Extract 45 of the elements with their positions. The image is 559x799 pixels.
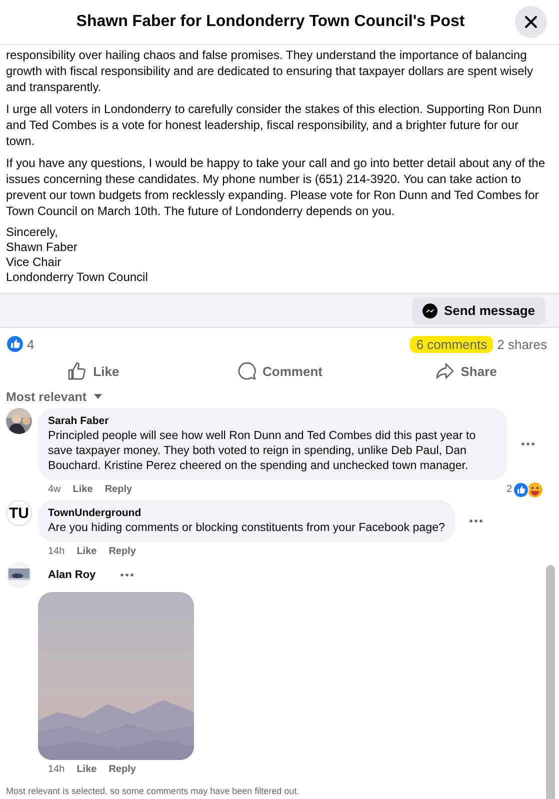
reaction-icons <box>513 482 543 498</box>
comment-text: Are you hiding comments or blocking constituents from your Facebook page? <box>48 520 445 535</box>
more-icon <box>120 573 134 577</box>
comment-count[interactable]: 6 comments <box>410 336 494 352</box>
post-paragraph: If you have any questions, I would be happy to take your call and go into better detail about any of the issues concerning these candidates. My phone number is (651) 214-3920. You can take action to prevent our town budgets from recklessly expanding. Please vote for Ron Dunn and Ted Combes for Town Council on March 10th. The future of Londonderry depends on you. <box>6 155 546 219</box>
reply-link[interactable]: Reply <box>104 484 132 495</box>
filter-note: Most relevant is selected, so some comments may have been filtered out. <box>5 785 300 798</box>
speech-bubble-icon <box>236 361 257 381</box>
like-button[interactable]: Like <box>0 356 186 386</box>
reaction-count[interactable]: 4 <box>27 336 34 352</box>
close-button[interactable] <box>515 6 547 38</box>
like-link[interactable]: Like <box>76 764 97 775</box>
share-count[interactable]: 2 shares <box>497 336 547 352</box>
comment-author[interactable]: Alan Roy <box>48 568 96 582</box>
signature-line: Sincerely, <box>6 225 58 240</box>
reply-link[interactable]: Reply <box>108 546 136 557</box>
send-message-button[interactable]: Send message <box>412 296 545 324</box>
caret-icon <box>92 394 103 400</box>
signature-line: Vice Chair <box>6 255 62 270</box>
more-icon <box>468 519 483 523</box>
comment-text: Principled people will see how well Ron Dunn and Ted Combes did this past year to save taxpayer money. They both voted to reign in spending, unlike Deb Paul, Dan Bouchard. Kristine Perez cheered on the spending and unchecked town manager. <box>48 428 477 473</box>
close-icon <box>524 15 538 29</box>
like-reaction-icon <box>7 336 23 352</box>
reaction-count[interactable]: 2 <box>506 484 512 495</box>
like-link[interactable]: Like <box>76 546 97 557</box>
signature-line: Shawn Faber <box>6 240 78 255</box>
thumbs-up-icon <box>67 361 88 381</box>
like-link[interactable]: Like <box>72 484 93 495</box>
comment-author[interactable]: Sarah Faber <box>48 414 109 428</box>
avatar[interactable]: TU <box>6 500 32 526</box>
messenger-icon <box>422 302 438 318</box>
comment-time[interactable]: 14h <box>48 764 65 775</box>
post-paragraph: responsibility over hailing chaos and false promises. They understand the importance of balancing growth with fiscal responsibility and are dedicated to ensuring that taxpayer dollars are spent wisely and transparently. <box>6 47 534 95</box>
comment-button[interactable]: Comment <box>186 356 373 386</box>
sort-dropdown[interactable]: Most relevant <box>6 390 103 404</box>
comment-author[interactable]: TownUnderground <box>48 506 142 520</box>
reply-link[interactable]: Reply <box>108 764 136 775</box>
window-title: Shawn Faber for Londonderry Town Council's Post <box>76 13 465 31</box>
signature-line: Londonderry Town Council <box>6 270 148 285</box>
share-button[interactable]: Share <box>372 356 559 386</box>
comment-time[interactable]: 14h <box>48 546 65 557</box>
more-icon <box>521 442 535 446</box>
comment-time[interactable]: 4w <box>48 484 61 495</box>
post-paragraph: I urge all voters in Londonderry to carefully consider the stakes of this election. Supporting Ron Dunn and Ted Combes is a vote for honest leadership, fiscal responsibility, and a brighter future for our town. <box>6 101 543 149</box>
share-arrow-icon <box>434 361 455 381</box>
